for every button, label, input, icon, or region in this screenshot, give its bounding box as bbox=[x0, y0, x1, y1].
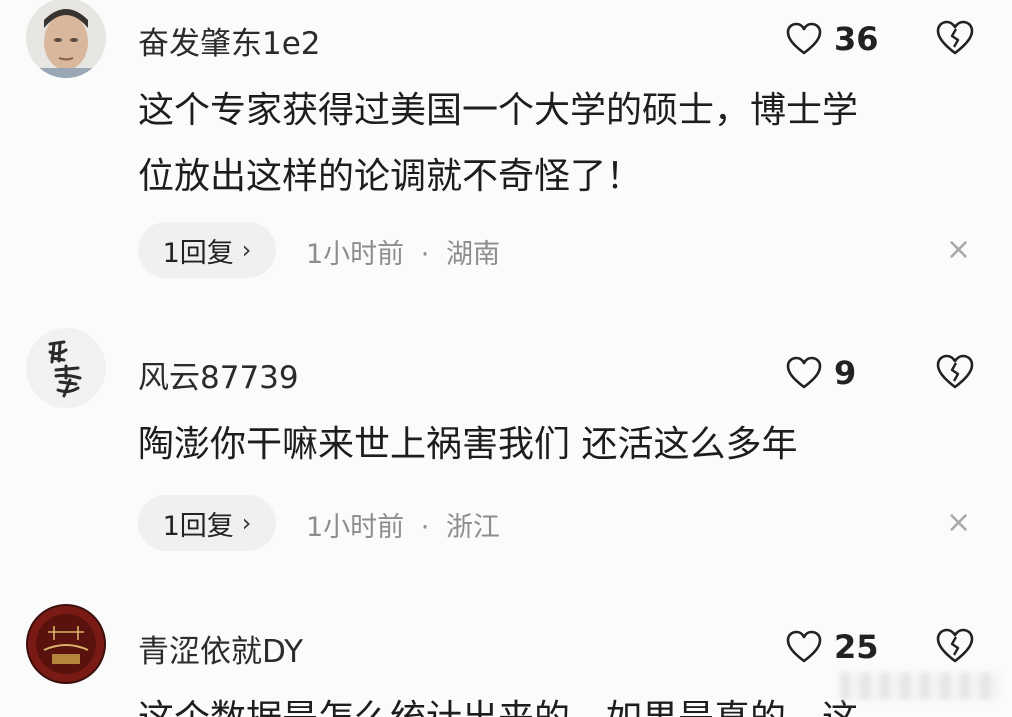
watermark-blur bbox=[840, 672, 1000, 700]
like-button[interactable]: 25 bbox=[786, 628, 879, 666]
like-count: 25 bbox=[834, 628, 879, 666]
heart-outline-icon bbox=[786, 630, 822, 664]
username[interactable]: 青涩依就DY bbox=[138, 626, 303, 671]
comment-item: 青涩依就DY 25 这个数据是怎么统计出来的，如果是真的，这 bbox=[0, 0, 1012, 717]
comment-list: 奋发肇东1e2 36 这个专家获得过美国一个大学的硕士，博士学 位放出这样的论调… bbox=[0, 0, 1012, 717]
avatar[interactable] bbox=[26, 604, 106, 684]
broken-heart-icon[interactable] bbox=[936, 628, 974, 664]
